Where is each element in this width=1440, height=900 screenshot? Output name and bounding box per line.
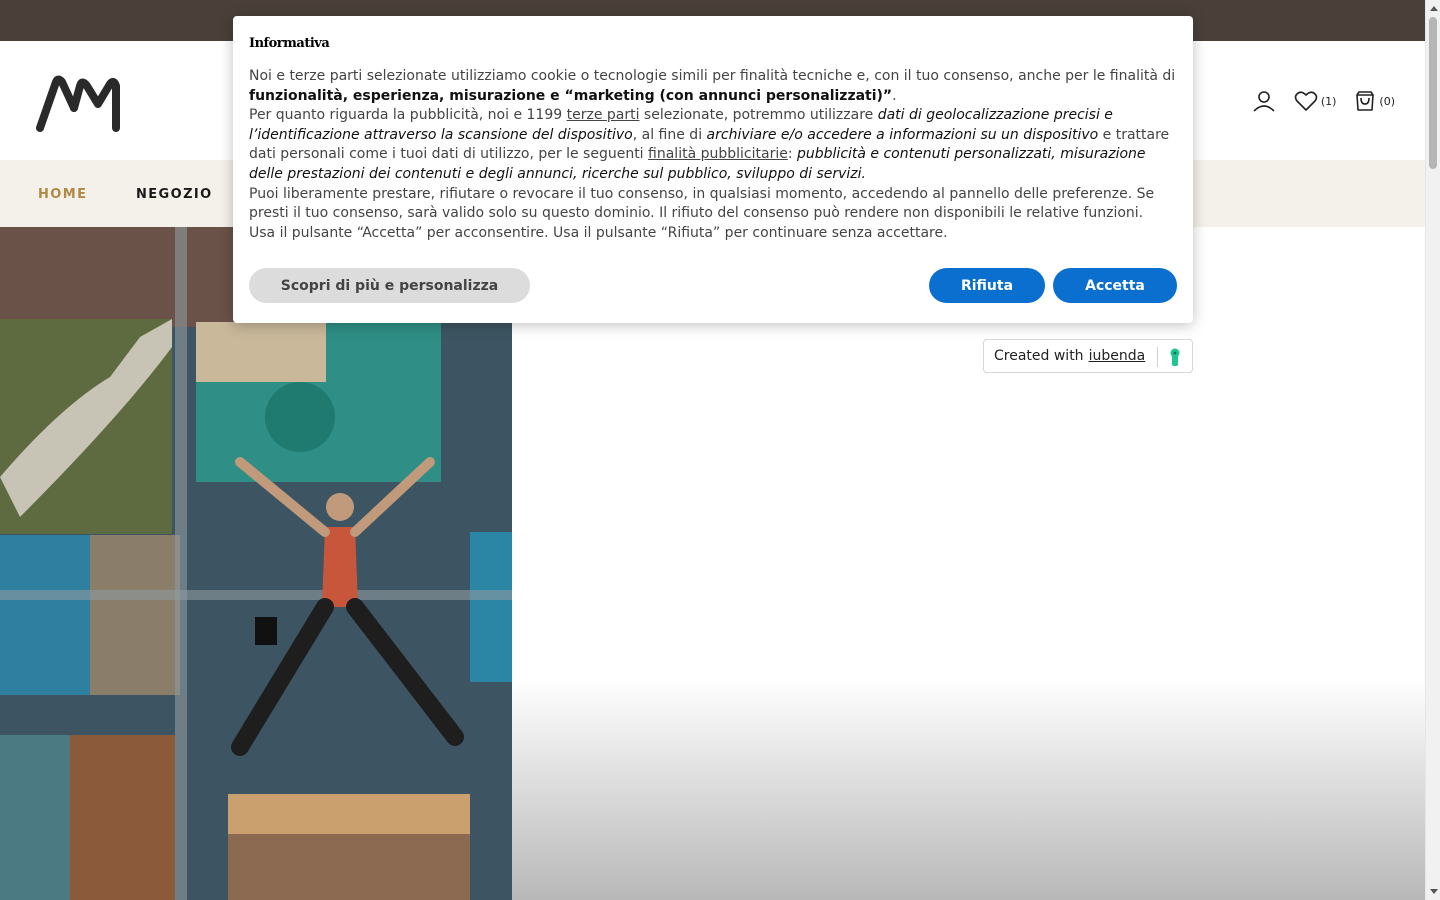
iubenda-link[interactable]: iubenda bbox=[1089, 348, 1146, 364]
nav-item-shop[interactable]: NEGOZIO bbox=[136, 187, 213, 202]
page-scrollbar[interactable] bbox=[1425, 0, 1440, 900]
dialog-buttons: Scopri di più e personalizza Rifiuta Acc… bbox=[249, 268, 1177, 303]
customize-button[interactable]: Scopri di più e personalizza bbox=[249, 268, 530, 303]
heart-icon bbox=[1294, 91, 1318, 111]
hero-image bbox=[0, 227, 512, 900]
user-icon bbox=[1253, 91, 1275, 112]
dialog-title: Informativa bbox=[249, 36, 330, 51]
scroll-up-arrow-icon[interactable] bbox=[1430, 6, 1438, 11]
iubenda-badge: Created with iubenda bbox=[983, 339, 1193, 373]
nav-item-home[interactable]: HOME bbox=[38, 187, 87, 202]
reject-button[interactable]: Rifiuta bbox=[929, 268, 1045, 303]
wishlist-button[interactable]: (1) bbox=[1294, 90, 1337, 112]
advertising-purposes-link[interactable]: finalità pubblicitarie bbox=[648, 146, 788, 162]
consent-paragraph-2: Per quanto riguarda la pubblicità, noi e… bbox=[249, 107, 1170, 182]
site-logo[interactable] bbox=[36, 74, 122, 132]
scroll-down-arrow-icon[interactable] bbox=[1430, 889, 1438, 894]
iubenda-keyhole-icon bbox=[1170, 348, 1180, 366]
hero-photo-illustration bbox=[0, 227, 512, 900]
consent-paragraph-3: Puoi liberamente prestare, rifiutare o r… bbox=[249, 185, 1155, 222]
scroll-thumb[interactable] bbox=[1429, 17, 1437, 169]
wishlist-count: (1) bbox=[1320, 94, 1337, 108]
cookie-consent-dialog: Informativa Noi e terze parti selezionat… bbox=[233, 16, 1193, 323]
account-button[interactable] bbox=[1252, 89, 1276, 113]
badge-divider bbox=[1157, 347, 1158, 367]
iubenda-badge-prefix: Created with bbox=[994, 348, 1084, 364]
hero-content-area bbox=[512, 227, 1425, 900]
consent-paragraph-1: Noi e terze parti selezionate utilizziam… bbox=[249, 68, 1176, 104]
cart-count: (0) bbox=[1379, 94, 1395, 108]
cart-icon bbox=[1356, 91, 1375, 111]
dialog-body: Noi e terze parti selezionate utilizziam… bbox=[249, 67, 1177, 243]
third-parties-link[interactable]: terze parti bbox=[567, 107, 640, 123]
header-actions: (1) (0) bbox=[1252, 89, 1395, 113]
cart-button[interactable]: (0) bbox=[1354, 90, 1395, 112]
consent-paragraph-4: Usa il pulsante “Accetta” per acconsenti… bbox=[249, 224, 948, 241]
accept-button[interactable]: Accetta bbox=[1053, 268, 1177, 303]
